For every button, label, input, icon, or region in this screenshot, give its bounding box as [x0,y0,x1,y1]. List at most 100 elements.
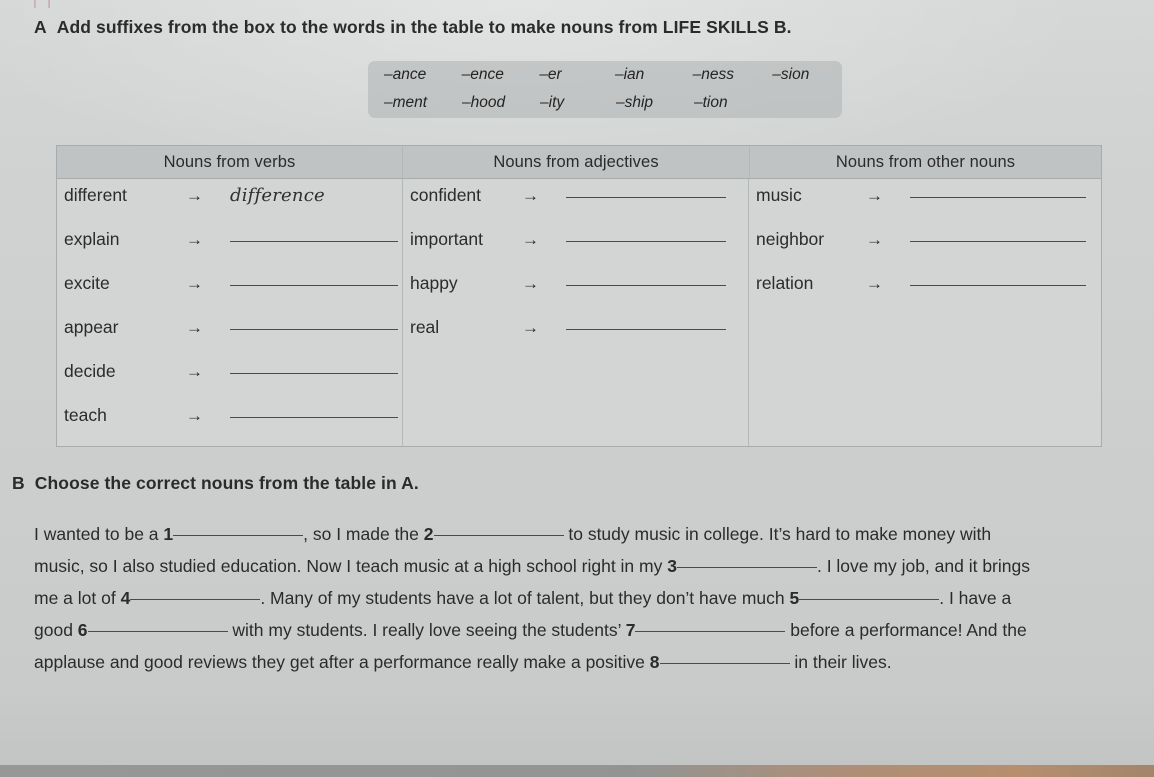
prompt-word: important [410,229,483,249]
arrow-icon: → [866,230,883,249]
answer-blank[interactable] [566,329,726,330]
page-bottom-edge [0,765,1154,777]
prompt-word: neighbor [756,229,825,249]
blank-number-1: 1 [163,524,174,544]
arrow-icon: → [186,406,203,425]
table-row: music → [749,185,1101,229]
answer-blank-2[interactable] [433,535,564,536]
section-b-paragraph: I wanted to be a 1, so I made the 2 to s… [34,518,1034,678]
table-column-adjectives: confident → important → happy → real → [402,179,748,446]
table-row: happy → [403,273,748,317]
suffix-row-1: –ance –ence –er –ian –ness –sion [368,61,842,89]
suffix-hood: –hood [462,94,506,111]
answer-blank[interactable] [230,285,398,286]
table-column-verbs: different → difference explain → excite … [57,179,402,446]
prompt-word: real [410,317,440,337]
answer-blank[interactable] [230,417,398,418]
suffix-box: –ance –ence –er –ian –ness –sion –ment –… [368,61,842,118]
table-row: confident → [403,185,748,229]
para-text-1: I wanted to be a [34,524,164,544]
table-body: different → difference explain → excite … [57,179,1101,446]
arrow-icon: → [866,186,883,205]
answer-blank-4[interactable] [130,599,261,600]
arrow-icon: → [186,230,203,249]
table-header-nouns-from-adjectives: Nouns from adjectives [402,146,749,178]
para-text-2: , so I made the [303,524,424,544]
answer-blank[interactable] [910,285,1086,286]
prompt-word: explain [64,229,120,249]
arrow-icon: → [522,274,539,293]
table-row: teach → [57,405,402,449]
table-row: excite → [57,273,402,317]
prompt-word: appear [64,317,119,337]
suffix-ity: –ity [540,94,565,111]
prompt-word: relation [756,273,814,293]
prompt-word: happy [410,273,458,293]
suffix-sion: –sion [772,66,810,83]
arrow-icon: → [522,318,539,337]
answer-blank[interactable] [910,241,1086,242]
prompt-word: excite [64,273,110,293]
top-page-bleed-mark: | | [33,0,91,8]
answer-blank-1[interactable] [173,535,304,536]
answer-blank[interactable] [566,241,726,242]
suffix-row-2: –ment –hood –ity –ship –tion [368,89,842,117]
blank-number-4: 4 [120,588,131,608]
blank-number-2: 2 [423,524,434,544]
blank-number-5: 5 [789,588,800,608]
table-row: real → [403,317,748,361]
para-text-7: with my students. I really love seeing t… [227,620,626,640]
arrow-icon: → [866,274,883,293]
answer-blank-7[interactable] [635,631,786,632]
para-text-5: . Many of my students have a lot of tale… [260,588,790,608]
answer-blank-5[interactable] [799,599,940,600]
section-b-letter: B [12,473,25,493]
table-header-nouns-from-verbs: Nouns from verbs [163,152,296,171]
table-row: different → difference [57,185,402,229]
table-row: relation → [749,273,1101,317]
table-row: appear → [57,317,402,361]
section-a-heading: A Add suffixes from the box to the words … [34,17,792,38]
arrow-icon: → [186,318,203,337]
table-row: important → [403,229,748,273]
answer-text[interactable]: difference [230,185,325,206]
answer-blank[interactable] [566,285,726,286]
section-b-heading: B Choose the correct nouns from the table… [12,473,419,494]
table-row: decide → [57,361,402,405]
table-column-other-nouns: music → neighbor → relation → [748,179,1101,446]
suffix-er: –er [539,66,562,83]
answer-blank[interactable] [230,373,398,374]
prompt-word: music [756,185,802,205]
answer-blank[interactable] [910,197,1086,198]
para-text-9: in their lives. [789,652,892,672]
prompt-word: different [64,185,127,205]
answer-blank-8[interactable] [659,663,790,664]
suffix-ship: –ship [616,94,654,111]
worksheet-page: | | A Add suffixes from the box to the wo… [0,0,1154,777]
answer-blank-6[interactable] [87,631,228,632]
table-header-nouns-from-other-nouns: Nouns from other nouns [749,146,1101,178]
section-a-title: Add suffixes from the box to the words i… [56,17,792,37]
prompt-word: confident [410,185,482,205]
arrow-icon: → [522,186,539,205]
answer-blank[interactable] [230,241,398,242]
suffix-tion: –tion [694,94,728,111]
section-a-letter: A [34,17,47,37]
arrow-icon: → [522,230,539,249]
answer-blank[interactable] [566,197,726,198]
suffix-table: Nouns from verbs Nouns from adjectives N… [56,145,1102,447]
suffix-ment: –ment [384,94,428,111]
suffix-ian: –ian [614,66,645,83]
blank-number-3: 3 [667,556,677,576]
table-row: explain → [57,229,402,273]
blank-number-8: 8 [649,652,660,672]
table-header-row: Nouns from verbs Nouns from adjectives N… [57,146,1101,179]
answer-blank-3[interactable] [676,567,817,568]
section-b-title: Choose the correct nouns from the table … [34,473,419,493]
answer-blank[interactable] [230,329,398,330]
prompt-word: teach [64,405,107,425]
blank-number-6: 6 [77,620,88,640]
table-row: neighbor → [749,229,1101,273]
suffix-ence: –ence [461,66,504,83]
prompt-word: decide [64,361,116,381]
